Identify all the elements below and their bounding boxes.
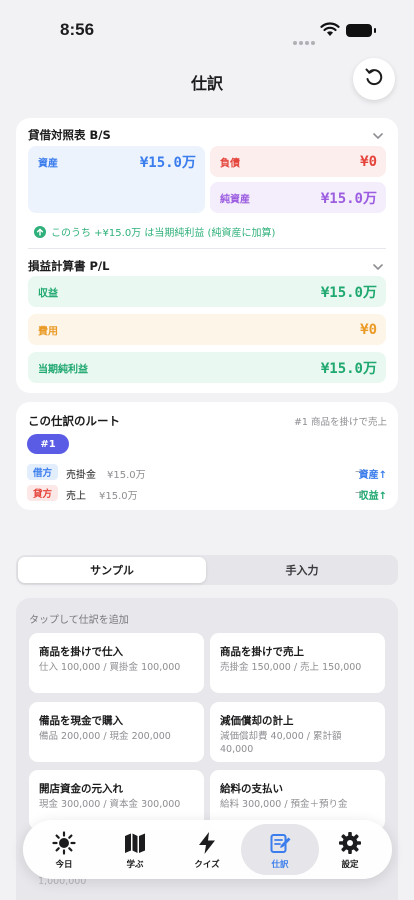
sample-title: 開店資金の元入れ — [39, 783, 123, 795]
sample-detail: 減価償却費 40,000 / 累計額 40,000 — [220, 731, 342, 756]
net-income-value: ¥15.0万 — [320, 360, 377, 377]
revenue-label: 収益 — [38, 288, 58, 299]
chevron-down-icon[interactable] — [372, 127, 384, 146]
panel-hint: タップして仕訳を追加 — [29, 615, 129, 626]
account-amount: ¥15.0万 — [107, 470, 146, 481]
credit-tag: 貸方 — [27, 485, 58, 501]
sample-title: 備品を現金で購入 — [39, 715, 123, 727]
sample-detail: 給料 300,000 / 預金＋預り金 — [220, 799, 348, 810]
tab-quiz[interactable]: クイズ — [171, 820, 243, 879]
sample-item[interactable]: 備品を現金で購入 備品 200,000 / 現金 200,000 — [29, 702, 204, 762]
account-name: 売上 — [66, 491, 86, 502]
status-time: 8:56 — [60, 20, 95, 39]
page-title: 仕訳 — [190, 74, 223, 93]
tab-label: 設定 — [341, 860, 359, 870]
status-bar: 8:56 — [0, 0, 414, 56]
wifi-icon — [320, 22, 340, 41]
effect-label: 収益↑ — [358, 491, 387, 502]
assets-value: ¥15.0万 — [139, 155, 196, 171]
liabilities-label: 負債 — [220, 158, 240, 169]
tab-journal[interactable]: 仕訳 — [241, 824, 319, 875]
sample-item[interactable]: 減価償却の計上 減価償却費 40,000 / 累計額 40,000 — [210, 702, 385, 762]
sample-detail: 売掛金 150,000 / 売上 150,000 — [220, 662, 362, 673]
sample-detail: 現金 300,000 / 資本金 300,000 — [39, 799, 181, 810]
income-statement-title: 損益計算書 P/L — [28, 259, 110, 273]
sample-detail: 仕入 100,000 / 買掛金 100,000 — [39, 662, 181, 673]
tab-label: 仕訳 — [271, 860, 289, 870]
bolt-icon — [171, 831, 243, 855]
tab-label: 学ぶ — [126, 860, 144, 870]
assets-box: 資産 ¥15.0万 — [28, 146, 205, 213]
gear-icon — [314, 831, 386, 855]
net-income-note: このうち +¥15.0万 は当期純利益 (純資産に加算) — [34, 224, 275, 239]
sample-item[interactable]: 商品を掛けで売上 売掛金 150,000 / 売上 150,000 — [210, 633, 385, 693]
divider — [28, 248, 386, 249]
liabilities-value: ¥0 — [360, 153, 377, 170]
input-mode-segmented-control: サンプル 手入力 — [16, 555, 398, 585]
entry-badge[interactable]: #1 — [27, 434, 69, 454]
route-row-debit: 借方 売掛金 ¥15.0万 → 資産↑ — [27, 463, 387, 481]
net-income-box: 当期純利益 ¥15.0万 — [28, 352, 386, 383]
segment-manual[interactable]: 手入力 — [208, 557, 396, 583]
note-text: このうち +¥15.0万 は当期純利益 (純資産に加算) — [51, 228, 276, 239]
liabilities-box: 負債 ¥0 — [210, 146, 386, 177]
map-icon — [99, 831, 171, 855]
route-subtitle: #1 商品を掛けで売上 — [293, 417, 387, 428]
route-row-credit: 貸方 売上 ¥15.0万 → 収益↑ — [27, 484, 387, 502]
reset-button[interactable] — [353, 58, 395, 100]
debit-tag: 借方 — [27, 464, 58, 480]
equity-value: ¥15.0万 — [320, 190, 377, 207]
journal-edit-icon — [241, 831, 319, 855]
equity-label: 純資産 — [220, 194, 250, 205]
tab-label: クイズ — [194, 860, 220, 870]
signal-icon — [293, 30, 317, 49]
assets-label: 資産 — [38, 158, 58, 170]
journal-route-card: この仕訳のルート #1 商品を掛けで売上 #1 借方 売掛金 ¥15.0万 → … — [16, 402, 398, 510]
sample-title: 給料の支払い — [220, 783, 283, 795]
revenue-value: ¥15.0万 — [320, 284, 377, 301]
expenses-box: 費用 ¥0 — [28, 314, 386, 345]
sample-item[interactable]: 商品を掛けで仕入 仕入 100,000 / 買掛金 100,000 — [29, 633, 204, 693]
equity-box: 純資産 ¥15.0万 — [210, 182, 386, 213]
balance-sheet-title: 貸借対照表 B/S — [28, 128, 111, 142]
net-income-label: 当期純利益 — [38, 364, 88, 375]
expenses-label: 費用 — [38, 326, 58, 337]
tab-label: 今日 — [55, 860, 73, 870]
expenses-value: ¥0 — [360, 321, 377, 338]
revenue-box: 収益 ¥15.0万 — [28, 276, 386, 307]
tab-learn[interactable]: 学ぶ — [99, 820, 171, 879]
arrow-up-circle-icon — [34, 225, 46, 238]
segment-sample[interactable]: サンプル — [18, 557, 206, 583]
tab-today[interactable]: 今日 — [28, 820, 100, 879]
account-amount: ¥15.0万 — [99, 491, 138, 502]
sample-title: 商品を掛けで売上 — [220, 646, 304, 658]
sample-detail: 備品 200,000 / 現金 200,000 — [39, 731, 171, 742]
sun-icon — [28, 831, 100, 855]
tab-settings[interactable]: 設定 — [314, 820, 386, 879]
account-name: 売掛金 — [66, 470, 96, 481]
sample-title: 商品を掛けで仕入 — [39, 646, 123, 658]
undo-icon — [363, 66, 385, 92]
financial-statements-card: 貸借対照表 B/S 資産 ¥15.0万 負債 ¥0 純資産 ¥15.0万 このう… — [16, 118, 398, 393]
battery-icon — [346, 24, 376, 37]
sample-title: 減価償却の計上 — [220, 715, 294, 727]
tab-bar: 今日 学ぶ クイズ 仕訳 設定 — [23, 820, 392, 879]
route-title: この仕訳のルート — [28, 414, 120, 428]
effect-label: 資産↑ — [358, 470, 387, 481]
chevron-down-icon[interactable] — [372, 258, 384, 277]
